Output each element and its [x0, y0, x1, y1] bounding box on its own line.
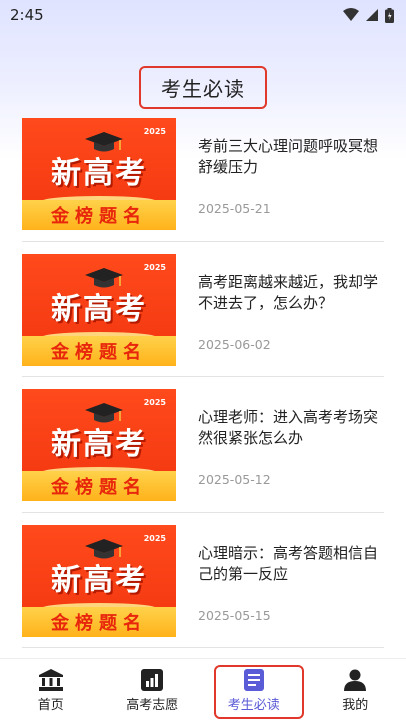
status-time: 2:45 [10, 6, 44, 24]
article-date: 2025-05-21 [198, 201, 271, 216]
thumbnail-headline: 新高考 [51, 427, 147, 462]
nav-label-must-read: 考生必读 [227, 697, 280, 713]
nav-item-must-read[interactable]: 考生必读 [203, 659, 305, 722]
article-title: 心理老师：进入高考考场突然很紧张怎么办 [198, 408, 379, 447]
nav-item-mine[interactable]: 我的 [305, 659, 406, 722]
article-list: 2025 新高考 金榜题名 考前三大心理问题呼吸冥想舒缓压力 2025-05-2… [22, 106, 384, 648]
thumbnail-banner-text: 金榜题名 [51, 477, 147, 498]
bar-chart-icon [141, 668, 164, 691]
nav-item-volunteer[interactable]: 高考志愿 [102, 659, 204, 722]
thumbnail-banner: 金榜题名 [22, 335, 176, 366]
list-item[interactable]: 2025 新高考 金榜题名 考前三大心理问题呼吸冥想舒缓压力 2025-05-2… [22, 106, 384, 242]
thumbnail-year: 2025 [143, 533, 166, 543]
nav-item-home[interactable]: 首页 [0, 659, 102, 722]
article-date: 2025-06-02 [198, 336, 271, 352]
thumbnail-banner-text: 金榜题名 [51, 341, 147, 363]
article-title: 考前三大心理问题呼吸冥想舒缓压力 [198, 137, 379, 176]
nav-label-mine: 我的 [342, 697, 369, 713]
thumbnail-banner: 金榜题名 [22, 200, 176, 230]
nav-label-home: 首页 [37, 697, 64, 713]
article-date: 2025-05-15 [198, 607, 271, 623]
article-thumbnail: 2025 新高考 金榜题名 [22, 524, 176, 637]
status-icons [343, 7, 394, 23]
document-icon [243, 668, 264, 691]
article-text: 高考距离越来越近，我却学不进去了，怎么办？ 2025-06-02 [176, 254, 384, 377]
article-text: 心理老师：进入高考考场突然很紧张怎么办 2025-05-12 [176, 389, 384, 512]
person-icon [344, 669, 367, 691]
article-thumbnail: 2025 新高考 金榜题名 [22, 253, 176, 366]
wifi-icon [343, 8, 359, 21]
page-title: 考生必读 [139, 66, 267, 109]
article-text: 考前三大心理问题呼吸冥想舒缓压力 2025-05-21 [176, 118, 384, 241]
battery-icon [385, 7, 394, 23]
cellular-icon [366, 9, 378, 21]
list-item[interactable]: 2025 新高考 金榜题名 高考距离越来越近，我却学不进去了，怎么办？ 2025… [22, 242, 384, 377]
article-title: 高考距离越来越近，我却学不进去了，怎么办？ [198, 272, 379, 312]
list-item[interactable]: 2025 新高考 金榜题名 心理暗示：高考答题相信自己的第一反应 2025-05… [22, 513, 384, 648]
bottom-nav: 首页 高考志愿 考生必读 我的 [0, 658, 406, 722]
thumbnail-banner-text: 金榜题名 [51, 206, 147, 227]
thumbnail-headline: 新高考 [51, 562, 147, 598]
thumbnail-headline: 新高考 [51, 291, 147, 327]
thumbnail-banner: 金榜题名 [22, 471, 176, 501]
article-date: 2025-05-12 [198, 472, 271, 487]
article-thumbnail: 2025 新高考 金榜题名 [22, 389, 176, 501]
thumbnail-year: 2025 [143, 127, 166, 136]
thumbnail-banner-text: 金榜题名 [51, 612, 147, 634]
article-thumbnail: 2025 新高考 金榜题名 [22, 118, 176, 230]
thumbnail-banner: 金榜题名 [22, 606, 176, 637]
list-item[interactable]: 2025 新高考 金榜题名 心理老师：进入高考考场突然很紧张怎么办 2025-0… [22, 377, 384, 513]
thumbnail-headline: 新高考 [51, 156, 147, 191]
nav-label-volunteer: 高考志愿 [126, 697, 179, 713]
article-text: 心理暗示：高考答题相信自己的第一反应 2025-05-15 [176, 525, 384, 648]
thumbnail-year: 2025 [143, 398, 166, 407]
article-title: 心理暗示：高考答题相信自己的第一反应 [198, 543, 379, 583]
status-bar: 2:45 [0, 0, 406, 30]
page-header: 考生必读 [0, 66, 406, 109]
thumbnail-year: 2025 [143, 262, 166, 272]
bank-icon [38, 668, 63, 691]
